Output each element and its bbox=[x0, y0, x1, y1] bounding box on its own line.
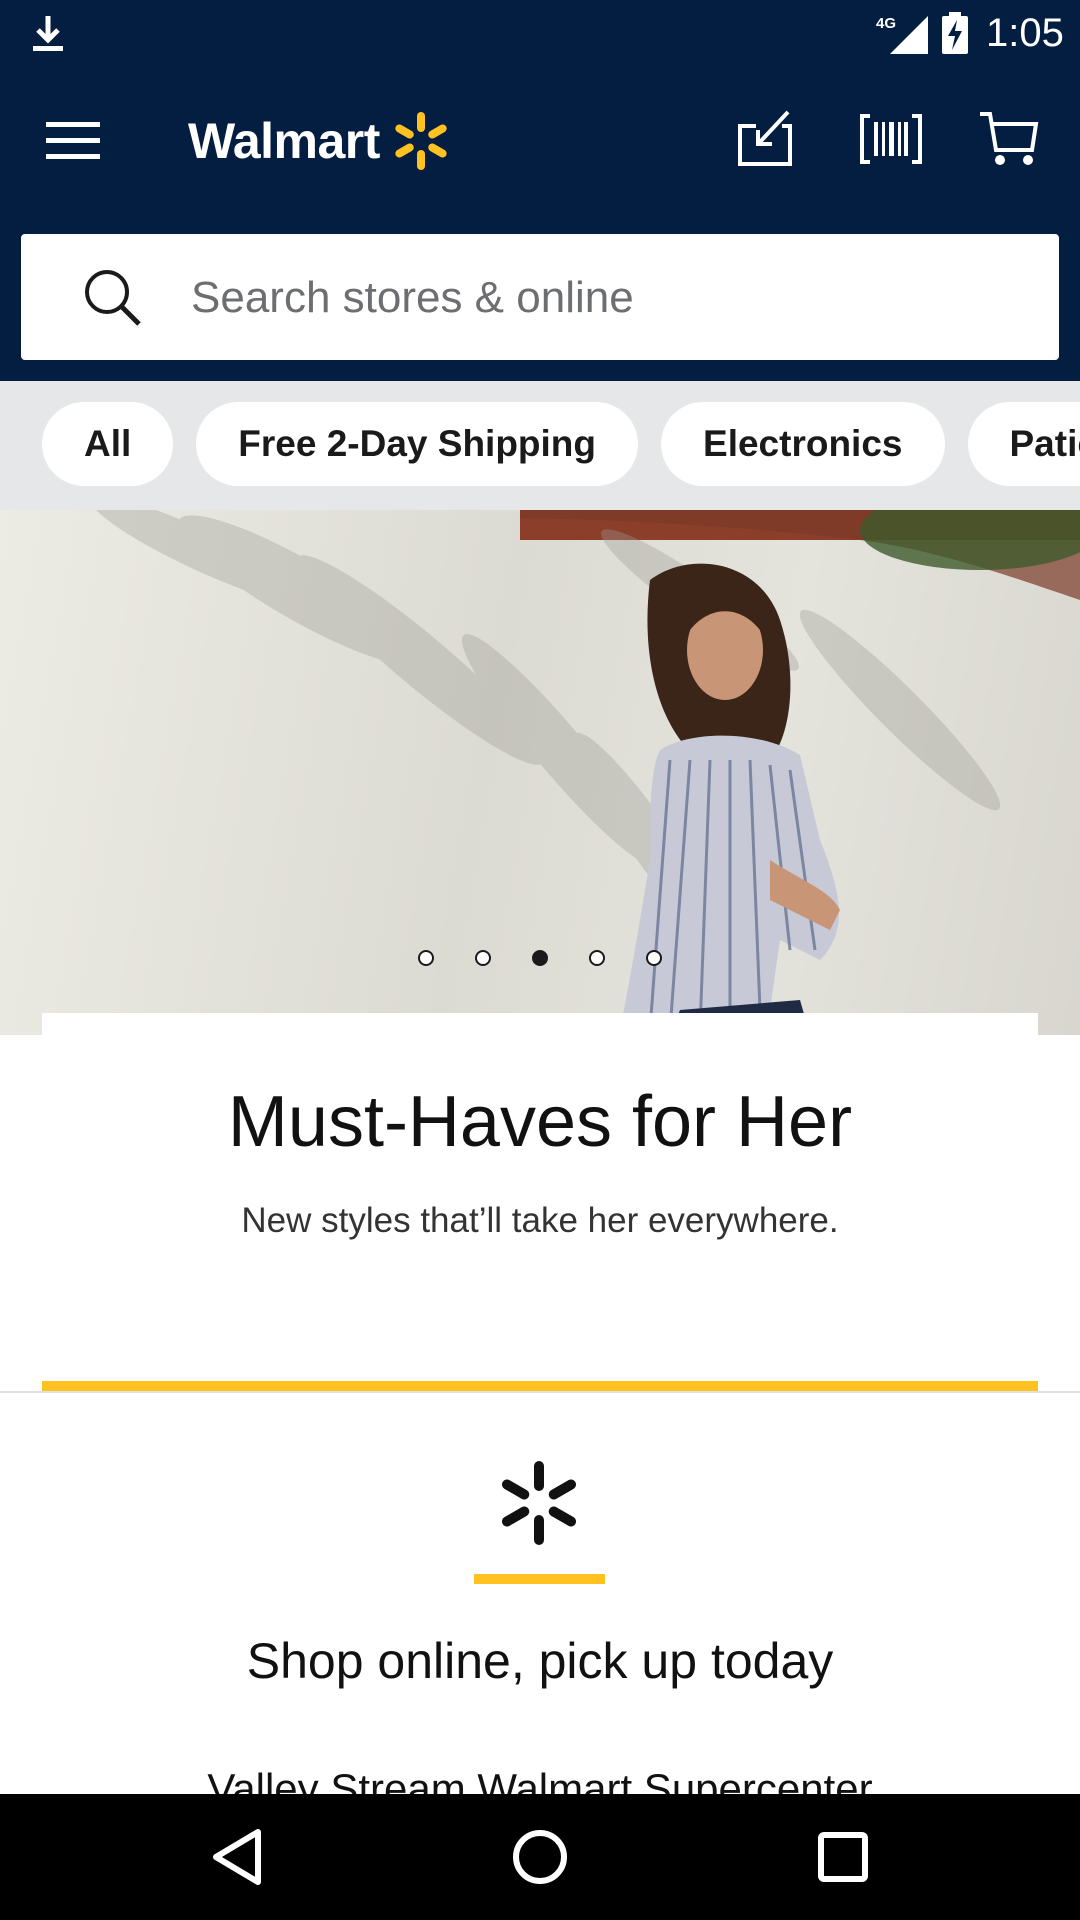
logo-text: Walmart bbox=[188, 113, 380, 169]
reorder-icon[interactable] bbox=[736, 108, 798, 170]
promo-card[interactable]: Must-Haves for Her New styles that’ll ta… bbox=[42, 1013, 1038, 1391]
accent-underline bbox=[474, 1574, 605, 1584]
search-input[interactable] bbox=[189, 262, 1033, 334]
pickup-store-name[interactable]: Valley Stream Walmart Supercenter bbox=[0, 1764, 1080, 1794]
walmart-spark-icon bbox=[501, 1461, 577, 1545]
walmart-logo[interactable]: Walmart bbox=[188, 108, 452, 174]
svg-text:4G: 4G bbox=[876, 15, 896, 32]
app-header: Walmart bbox=[0, 66, 1080, 381]
promo-title: Must-Haves for Her bbox=[227, 1082, 853, 1162]
menu-icon[interactable] bbox=[46, 120, 100, 160]
category-chips-bar: All Free 2-Day Shipping Electronics Pati… bbox=[0, 381, 1080, 510]
chip-free-2-day-shipping[interactable]: Free 2-Day Shipping bbox=[196, 402, 639, 486]
pickup-title: Shop online, pick up today bbox=[246, 1633, 834, 1689]
chip-all[interactable]: All bbox=[42, 402, 174, 486]
home-icon[interactable] bbox=[505, 1822, 575, 1892]
category-chips: All Free 2-Day Shipping Electronics Pati… bbox=[42, 402, 1080, 486]
carousel-dot-active[interactable] bbox=[532, 950, 548, 966]
search-bar[interactable] bbox=[21, 234, 1059, 360]
carousel-dot[interactable] bbox=[589, 950, 605, 966]
system-nav-bar bbox=[0, 1794, 1080, 1920]
search-icon bbox=[85, 270, 141, 326]
carousel-indicators bbox=[418, 950, 662, 966]
divider bbox=[0, 1391, 1080, 1393]
recents-icon[interactable] bbox=[808, 1822, 878, 1892]
signal-icon: 4G bbox=[876, 15, 928, 54]
carousel-dot[interactable] bbox=[646, 950, 662, 966]
carousel-dot[interactable] bbox=[418, 950, 434, 966]
back-icon[interactable] bbox=[202, 1822, 272, 1892]
battery-charging-icon bbox=[942, 12, 968, 54]
chip-patio[interactable]: Patio & bbox=[967, 402, 1080, 486]
cart-icon[interactable] bbox=[978, 108, 1040, 170]
promo-subtitle: New styles that’ll take her everywhere. bbox=[241, 1201, 839, 1240]
status-bar: 4G 1:05 bbox=[0, 0, 1080, 66]
chip-electronics[interactable]: Electronics bbox=[661, 402, 945, 486]
walmart-spark-icon bbox=[395, 112, 447, 170]
carousel-dot[interactable] bbox=[475, 950, 491, 966]
download-icon bbox=[33, 16, 63, 51]
hero-banner[interactable] bbox=[0, 510, 1080, 1035]
clock: 1:05 bbox=[986, 11, 1064, 55]
barcode-scan-icon[interactable] bbox=[860, 108, 922, 170]
